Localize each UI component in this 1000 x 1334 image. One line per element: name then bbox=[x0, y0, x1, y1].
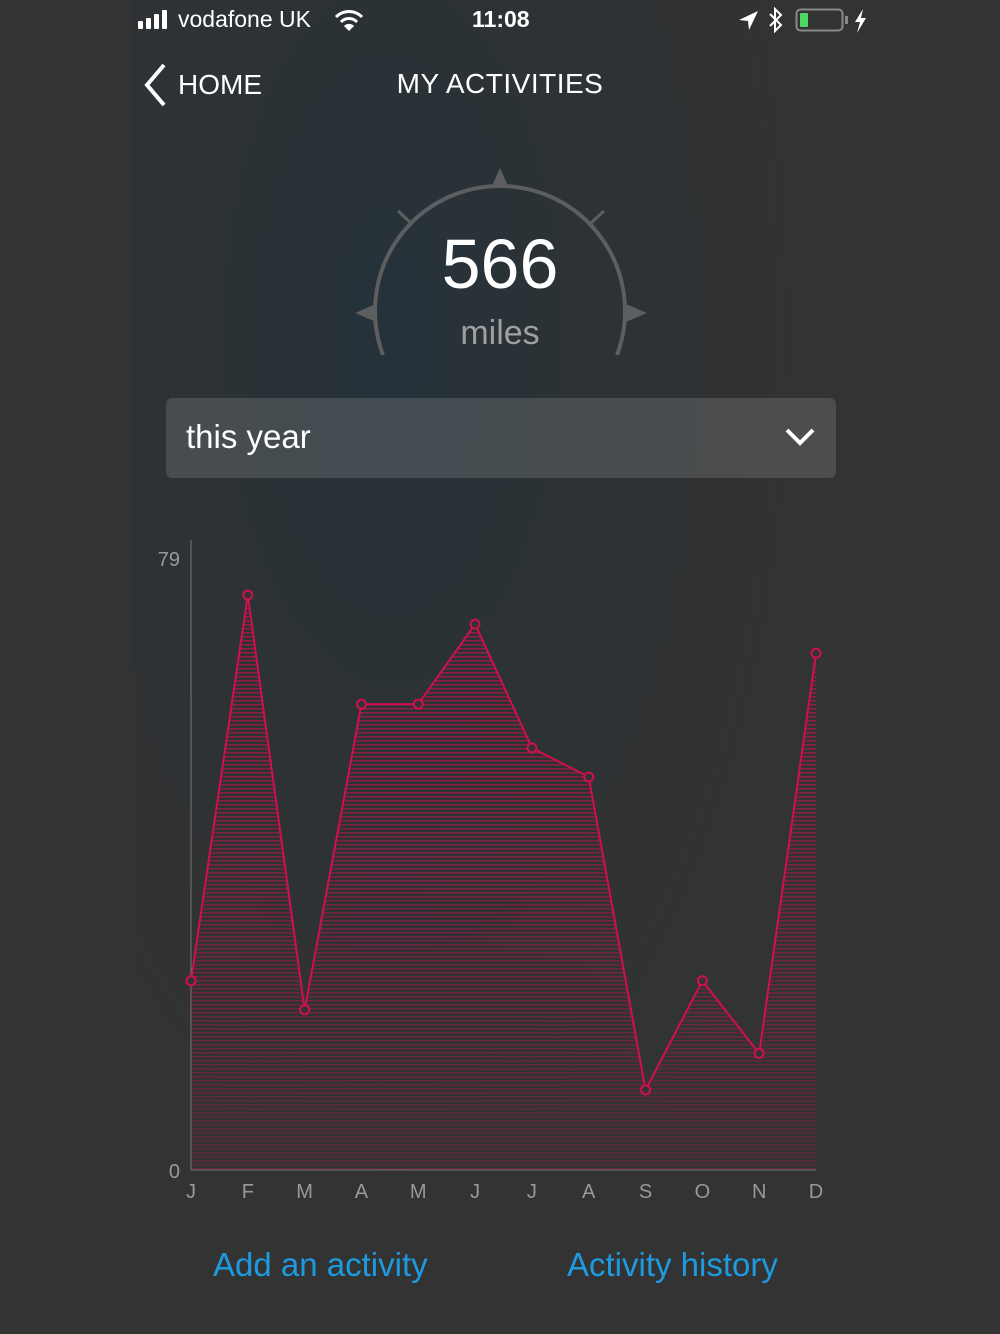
data-point-5 bbox=[469, 618, 481, 630]
x-tick-label: A bbox=[582, 1181, 596, 1203]
x-tick-label: J bbox=[470, 1181, 480, 1203]
activity-chart: 79 0 J F M A M J J A S O N D bbox=[158, 540, 823, 1203]
data-point-9 bbox=[696, 975, 708, 987]
data-point-2 bbox=[299, 1004, 311, 1016]
add-activity-link[interactable]: Add an activity bbox=[213, 1246, 428, 1284]
x-tick-label: M bbox=[410, 1181, 427, 1203]
x-tick-label: A bbox=[355, 1181, 369, 1203]
x-tick-label: O bbox=[695, 1181, 711, 1203]
y-tick-max: 79 bbox=[158, 549, 180, 571]
x-tick-label: M bbox=[296, 1181, 313, 1203]
x-tick-label: J bbox=[186, 1181, 196, 1203]
data-point-10 bbox=[753, 1048, 765, 1060]
activity-history-link[interactable]: Activity history bbox=[567, 1246, 778, 1284]
x-tick-label: J bbox=[527, 1181, 537, 1203]
data-point-6 bbox=[526, 742, 538, 754]
y-tick-zero: 0 bbox=[169, 1161, 180, 1183]
x-tick-label: F bbox=[242, 1181, 254, 1203]
data-point-4 bbox=[412, 698, 424, 710]
x-tick-label: S bbox=[639, 1181, 652, 1203]
data-point-7 bbox=[583, 771, 595, 783]
data-point-11 bbox=[810, 647, 822, 659]
data-point-8 bbox=[640, 1084, 652, 1096]
data-point-3 bbox=[355, 698, 367, 710]
data-point-1 bbox=[242, 589, 254, 601]
x-tick-label: D bbox=[809, 1181, 823, 1203]
x-tick-label: N bbox=[752, 1181, 766, 1203]
data-point-0 bbox=[185, 975, 197, 987]
area-fill bbox=[191, 595, 816, 1170]
